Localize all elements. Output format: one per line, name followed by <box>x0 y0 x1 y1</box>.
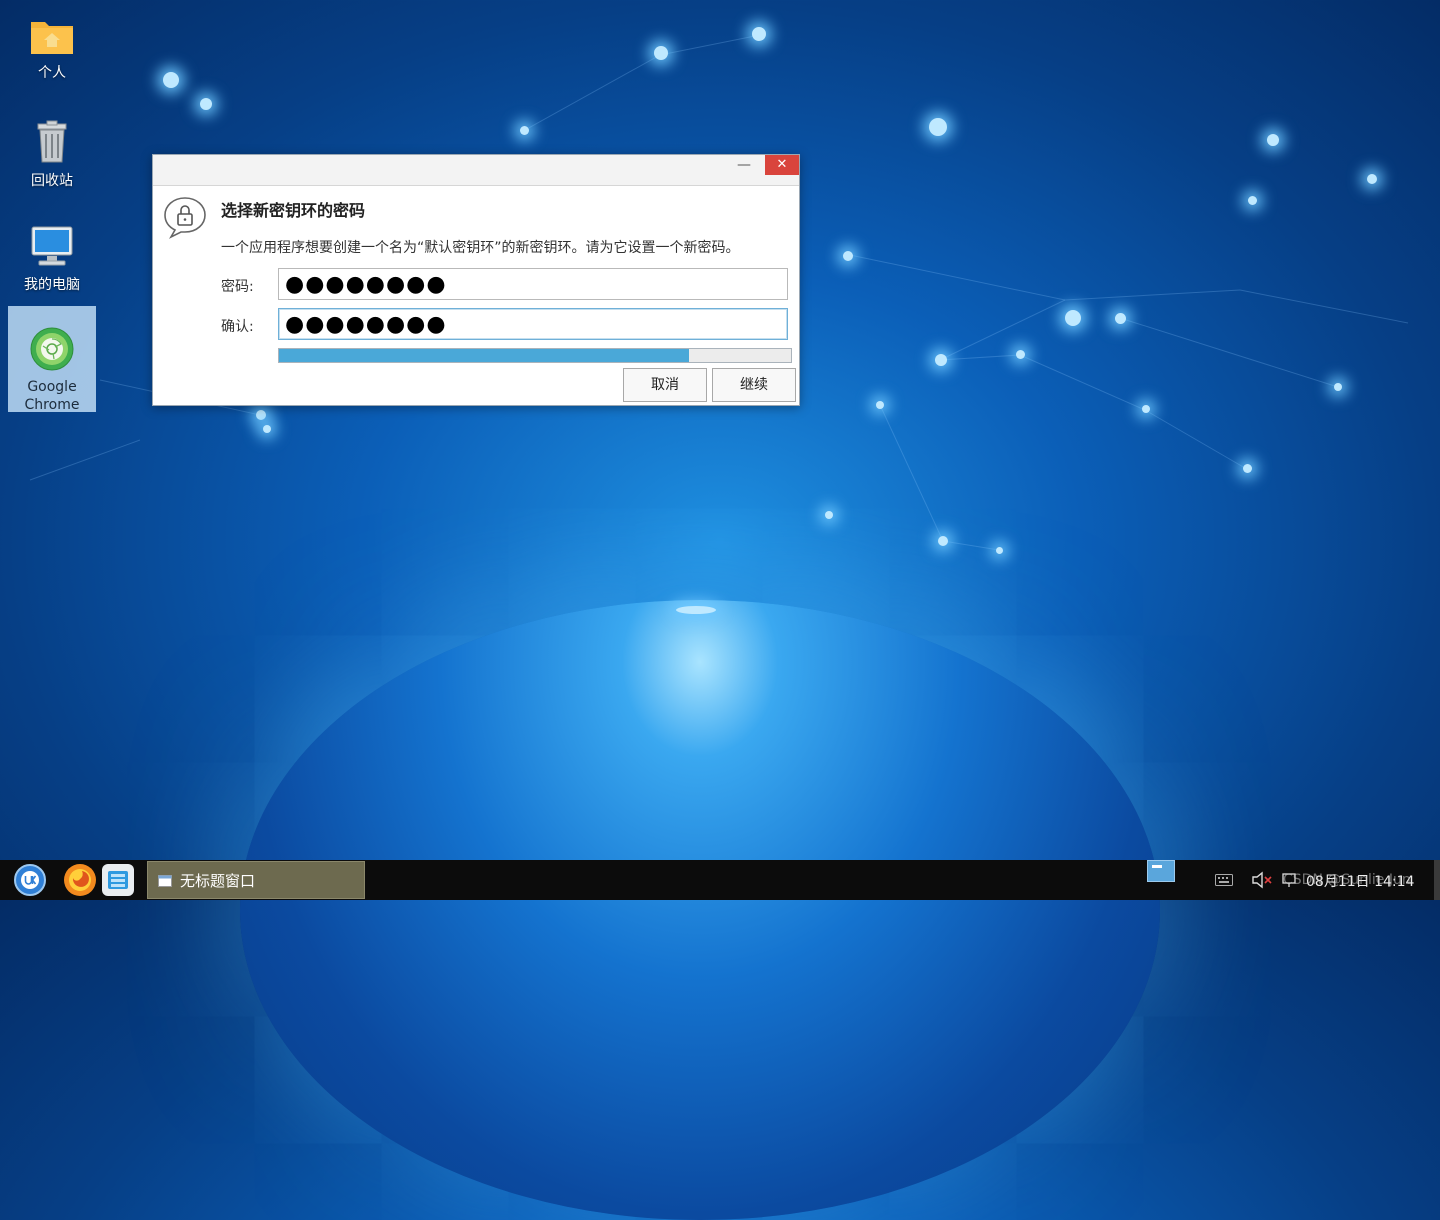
taskbar-window-title: 无标题窗口 <box>180 872 256 890</box>
workspace-indicator <box>1152 865 1162 868</box>
glow-dot <box>1115 313 1126 324</box>
glow-dot <box>163 72 179 88</box>
label-line1: Google <box>27 379 77 395</box>
glow-dot <box>1243 464 1252 473</box>
password-input[interactable]: ●●●●●●●● <box>278 268 788 300</box>
volume-muted-icon[interactable] <box>1251 871 1273 889</box>
glow-dot <box>825 511 833 519</box>
start-menu-button[interactable] <box>14 864 46 896</box>
cancel-button[interactable]: 取消 <box>623 368 707 402</box>
glow-dot <box>843 251 853 261</box>
glow-dot <box>929 118 947 136</box>
keyring-password-dialog: — ✕ 选择新密钥环的密码 一个应用程序想要创建一个名为“默认密钥环”的新密钥环… <box>152 154 800 406</box>
firefox-launcher[interactable] <box>64 864 96 896</box>
glow-dot <box>200 98 212 110</box>
file-manager-icon <box>108 871 128 889</box>
glow-dot <box>876 401 884 409</box>
glow-dot <box>996 547 1003 554</box>
desktop-icon-label: 回收站 <box>31 173 73 189</box>
continue-button[interactable]: 继续 <box>712 368 796 402</box>
glow-dot <box>1367 174 1377 184</box>
desktop-icon-chrome[interactable]: Google Chrome <box>8 306 96 414</box>
glow-dot <box>1016 350 1025 359</box>
close-button[interactable]: ✕ <box>765 155 799 175</box>
show-desktop-button[interactable] <box>1434 860 1440 900</box>
glow-dot <box>1248 196 1257 205</box>
password-strength-bar <box>278 348 792 363</box>
label-line2: Chrome <box>24 397 80 413</box>
wallpaper-network <box>29 34 1409 551</box>
password-label: 密码: <box>221 279 254 295</box>
dialog-title: 选择新密钥环的密码 <box>221 201 366 220</box>
glow-dot <box>1267 134 1279 146</box>
lock-icon <box>164 197 206 239</box>
firefox-icon <box>69 869 91 891</box>
glow-dot <box>520 126 529 135</box>
glow-dot <box>676 606 716 614</box>
computer-icon <box>31 226 73 266</box>
minimize-button[interactable]: — <box>727 155 761 175</box>
taskbar-window-item[interactable]: 无标题窗口 <box>147 861 365 899</box>
glow-dot <box>654 46 668 60</box>
glow-dot <box>1142 405 1150 413</box>
dialog-titlebar[interactable]: — ✕ <box>153 155 799 186</box>
confirm-label: 确认: <box>221 319 254 335</box>
keyboard-icon[interactable] <box>1215 874 1233 886</box>
glow-dot <box>263 425 271 433</box>
desktop-icon-label: Google Chrome <box>8 378 96 414</box>
desktop-icon-trash[interactable]: 回收站 <box>8 120 96 190</box>
trash-icon <box>37 120 67 163</box>
glow-dot <box>938 536 948 546</box>
desktop-icon-label: 我的电脑 <box>24 277 80 293</box>
glow-dot <box>256 410 266 420</box>
start-logo-icon <box>21 871 39 889</box>
window-icon <box>158 875 172 887</box>
folder-home-icon <box>31 22 73 54</box>
workspace-switcher[interactable] <box>1147 860 1175 882</box>
file-manager-launcher[interactable] <box>102 864 134 896</box>
glow-dot <box>1334 383 1342 391</box>
desktop-icon-home[interactable]: 个人 <box>8 16 96 82</box>
glow-dot <box>935 354 947 366</box>
dialog-description: 一个应用程序想要创建一个名为“默认密钥环”的新密钥环。请为它设置一个新密码。 <box>221 240 740 256</box>
desktop-icon-label: 个人 <box>38 65 66 81</box>
glow-dot <box>1065 310 1081 326</box>
glow-dot <box>752 27 766 41</box>
confirm-password-input[interactable]: ●●●●●●●● <box>278 308 788 340</box>
taskbar: 无标题窗口 08月11日 14:14 CSDN @Sunlie Jun <box>0 860 1440 900</box>
password-strength-fill <box>279 349 689 362</box>
chrome-icon <box>30 327 74 371</box>
desktop-icon-computer[interactable]: 我的电脑 <box>8 224 96 294</box>
watermark: CSDN @Sunlie Jun <box>1283 872 1411 888</box>
